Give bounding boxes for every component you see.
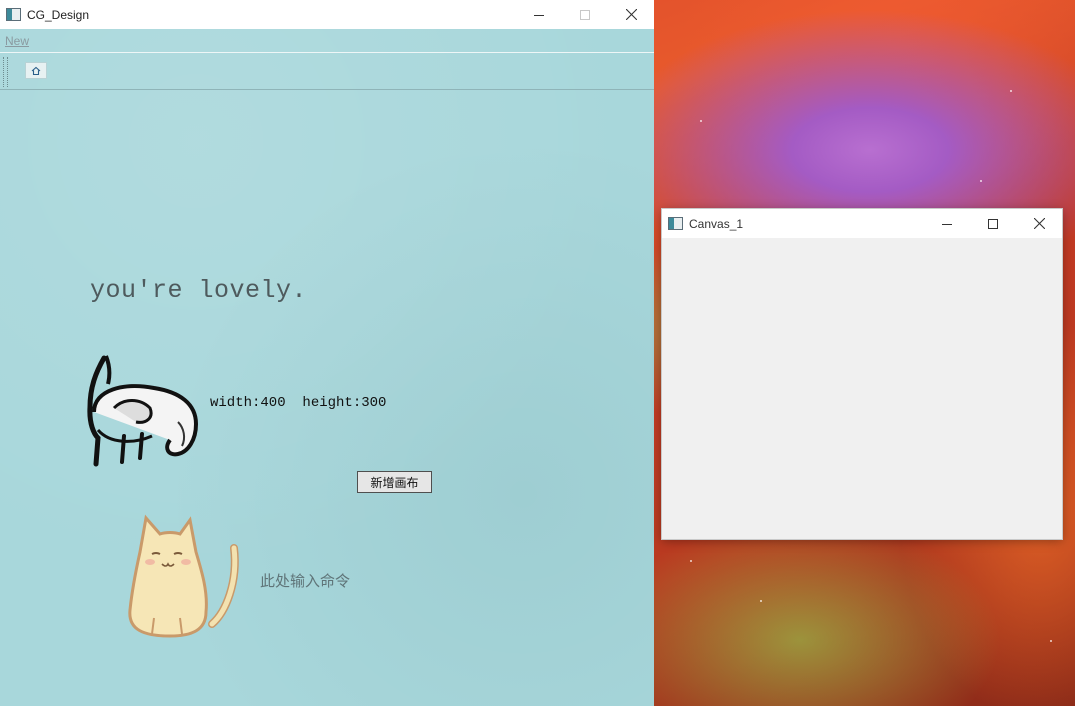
canvas-app-icon <box>668 217 683 230</box>
maximize-button[interactable] <box>562 0 608 29</box>
toolbar <box>0 53 654 90</box>
canvas-minimize-button[interactable] <box>924 209 970 238</box>
close-icon <box>625 9 637 20</box>
close-icon <box>1033 218 1045 229</box>
main-titlebar[interactable]: CG_Design <box>0 0 654 29</box>
minimize-icon <box>534 14 544 16</box>
new-canvas-button[interactable]: 新增画布 <box>357 471 432 493</box>
minimize-icon <box>942 223 952 225</box>
maximize-icon <box>580 9 590 20</box>
menu-new[interactable]: New <box>5 34 29 48</box>
white-cat-icon <box>87 355 199 467</box>
app-icon <box>6 8 21 21</box>
home-icon <box>31 66 41 75</box>
canvas-size-label: width:400 height:300 <box>210 395 387 411</box>
menubar: New <box>0 30 654 53</box>
close-button[interactable] <box>608 0 654 29</box>
canvas-window-title: Canvas_1 <box>689 216 744 231</box>
canvas-maximize-button[interactable] <box>970 209 1016 238</box>
command-input[interactable] <box>258 570 462 592</box>
minimize-button[interactable] <box>516 0 562 29</box>
toolbar-grip[interactable] <box>3 57 8 87</box>
main-window: CG_Design New you're lovely. width:400 h… <box>0 0 654 706</box>
window-title: CG_Design <box>27 7 90 22</box>
drawing-canvas[interactable] <box>662 238 1062 539</box>
canvas-titlebar[interactable]: Canvas_1 <box>662 209 1062 238</box>
canvas-close-button[interactable] <box>1016 209 1062 238</box>
cream-cat-icon <box>128 514 239 638</box>
maximize-icon <box>988 218 998 229</box>
banner-text: you're lovely. <box>90 276 308 305</box>
canvas-window: Canvas_1 <box>662 209 1062 539</box>
home-button[interactable] <box>25 62 47 79</box>
